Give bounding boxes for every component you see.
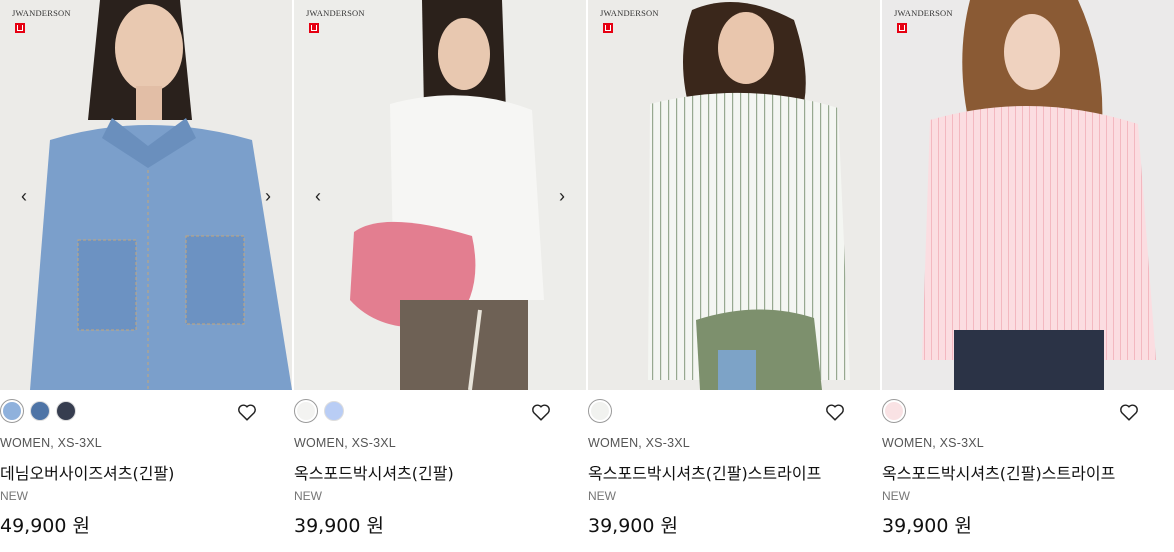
brand-logo-icon: [15, 23, 25, 33]
product-image[interactable]: JWANDERSON: [882, 0, 1174, 390]
product-name[interactable]: 옥스포드박시셔츠(긴팔)스트라이프: [588, 460, 821, 484]
product-image[interactable]: JWANDERSON: [588, 0, 880, 390]
color-swatch[interactable]: [588, 399, 612, 423]
color-swatch[interactable]: [0, 399, 24, 423]
product-category: WOMEN, XS-3XL: [0, 436, 102, 450]
product-price: 39,900 원: [588, 515, 679, 537]
color-swatch[interactable]: [30, 401, 50, 421]
carousel-prev-button[interactable]: ‹: [14, 184, 34, 208]
product-category: WOMEN, XS-3XL: [294, 436, 396, 450]
wishlist-heart-icon[interactable]: [1118, 401, 1140, 423]
brand-logo-icon: [309, 23, 319, 33]
brand-mark: JWANDERSON: [306, 8, 365, 18]
wishlist-heart-icon[interactable]: [236, 401, 258, 423]
product-card[interactable]: JWANDERSON ‹ › WOMEN, XS-3XL 옥스포드박시셔츠(긴팔…: [294, 0, 586, 552]
carousel-prev-button[interactable]: ‹: [308, 184, 328, 208]
product-name[interactable]: 옥스포드박시셔츠(긴팔): [294, 460, 454, 484]
product-price: 49,900 원: [0, 515, 91, 537]
product-card[interactable]: JWANDERSON WOMEN, XS-3XL 옥스포드박시셔츠(긴팔)스트라…: [882, 0, 1174, 552]
product-category: WOMEN, XS-3XL: [882, 436, 984, 450]
product-image[interactable]: JWANDERSON ‹ ›: [294, 0, 586, 390]
product-name[interactable]: 데님오버사이즈셔츠(긴팔): [0, 460, 174, 484]
product-image[interactable]: JWANDERSON ‹ ›: [0, 0, 292, 390]
color-swatches: [294, 399, 344, 423]
product-grid: JWANDERSON ‹ › WOMEN, XS-3XL 데님오버사이즈셔츠(긴…: [0, 0, 1174, 552]
color-swatches: [0, 399, 76, 423]
brand-mark: JWANDERSON: [894, 8, 953, 18]
wishlist-heart-icon[interactable]: [824, 401, 846, 423]
brand-mark: JWANDERSON: [12, 8, 71, 18]
color-swatches: [882, 399, 906, 423]
color-swatch[interactable]: [56, 401, 76, 421]
color-swatch[interactable]: [882, 399, 906, 423]
new-badge: NEW: [294, 489, 322, 503]
brand-logo-icon: [897, 23, 907, 33]
product-name[interactable]: 옥스포드박시셔츠(긴팔)스트라이프: [882, 460, 1115, 484]
brand-mark: JWANDERSON: [600, 8, 659, 18]
product-card[interactable]: JWANDERSON ‹ › WOMEN, XS-3XL 데님오버사이즈셔츠(긴…: [0, 0, 292, 552]
product-price: 39,900 원: [882, 515, 973, 537]
color-swatch[interactable]: [324, 401, 344, 421]
brand-logo-icon: [603, 23, 613, 33]
color-swatches: [588, 399, 612, 423]
new-badge: NEW: [588, 489, 616, 503]
new-badge: NEW: [0, 489, 28, 503]
new-badge: NEW: [882, 489, 910, 503]
product-card[interactable]: JWANDERSON WOMEN, XS-3XL 옥스포드박시셔츠(긴팔)스트라…: [588, 0, 880, 552]
color-swatch[interactable]: [294, 399, 318, 423]
wishlist-heart-icon[interactable]: [530, 401, 552, 423]
carousel-next-button[interactable]: ›: [258, 184, 278, 208]
carousel-next-button[interactable]: ›: [552, 184, 572, 208]
product-category: WOMEN, XS-3XL: [588, 436, 690, 450]
product-price: 39,900 원: [294, 515, 385, 537]
